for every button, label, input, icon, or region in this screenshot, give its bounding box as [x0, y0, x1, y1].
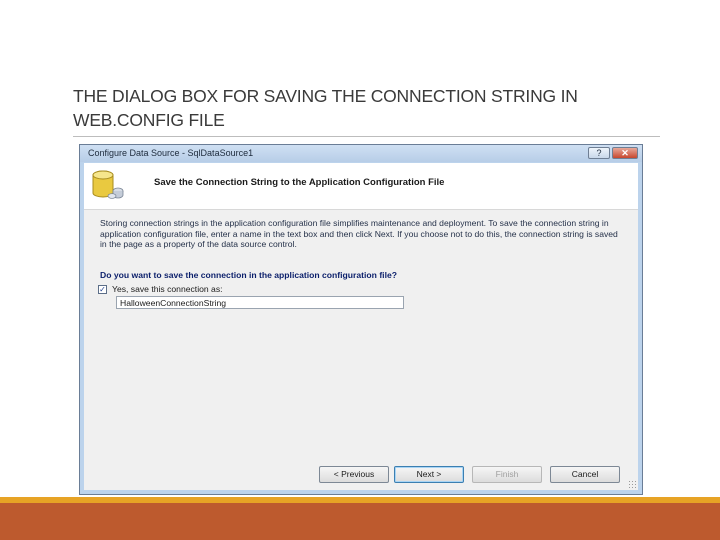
wizard-description: Storing connection strings in the applic…: [100, 218, 618, 249]
next-button[interactable]: Next >: [394, 466, 464, 483]
database-icon: [92, 170, 124, 199]
dialog-client-area: Save the Connection String to the Applic…: [84, 163, 638, 490]
previous-button[interactable]: < Previous: [319, 466, 389, 483]
dialog-title: Configure Data Source - SqlDataSource1: [88, 148, 254, 158]
finish-button: Finish: [472, 466, 542, 483]
save-question: Do you want to save the connection in th…: [100, 270, 397, 280]
connection-name-input[interactable]: [116, 296, 404, 309]
title-divider: [73, 136, 660, 137]
configure-data-source-dialog: Configure Data Source - SqlDataSource1 ?…: [79, 144, 643, 495]
wizard-step-title: Save the Connection String to the Applic…: [154, 177, 445, 188]
dialog-titlebar[interactable]: Configure Data Source - SqlDataSource1 ?…: [80, 145, 642, 162]
save-connection-label[interactable]: Yes, save this connection as:: [112, 284, 223, 294]
help-button[interactable]: ?: [588, 147, 610, 159]
resize-grip[interactable]: [628, 480, 636, 488]
save-connection-checkbox[interactable]: ✓: [98, 285, 107, 294]
cancel-button[interactable]: Cancel: [550, 466, 620, 483]
footer-bar: [0, 503, 720, 540]
wizard-header: Save the Connection String to the Applic…: [84, 163, 638, 210]
close-button[interactable]: ✕: [612, 147, 638, 159]
slide-title: THE DIALOG BOX FOR SAVING THE CONNECTION…: [73, 86, 578, 130]
